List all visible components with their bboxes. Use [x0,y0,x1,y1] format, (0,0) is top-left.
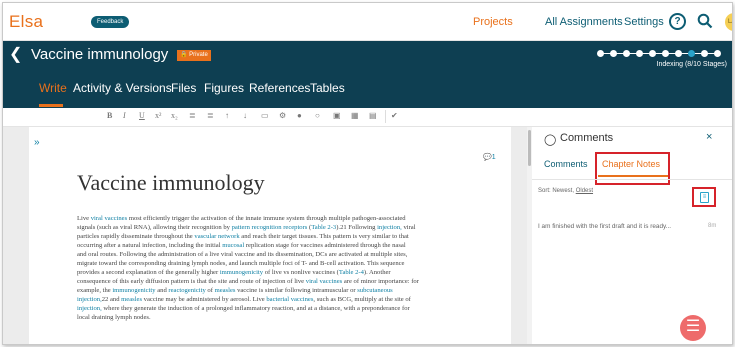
sort-label: Sort: Newest, [538,188,576,194]
comment-button[interactable]: ○ [315,111,320,120]
comments-panel: ◯ Comments × Comments Chapter Notes Sort… [532,127,732,344]
scrollbar-thumb[interactable] [528,130,531,166]
app-logo[interactable]: Elsa [9,12,43,32]
underline-button[interactable]: U [139,111,145,120]
active-tab-indicator [39,104,63,107]
table-button[interactable]: ▦ [351,111,359,120]
document-line: provides a second explanation of the gen… [77,269,391,276]
subscript-button[interactable]: x₂ [171,111,178,120]
image-button[interactable]: ▣ [333,111,341,120]
tab-activity-versions[interactable]: Activity & Versions [73,81,172,95]
document-page[interactable]: » 💬1 Vaccine immunology Live viral vacci… [29,127,511,344]
sort-control[interactable]: Sort: Newest, Oldest [538,188,593,194]
help-icon[interactable]: ? [669,13,686,30]
chapter-note-text[interactable]: I am finished with the first draft and i… [538,223,698,230]
nav-projects[interactable]: Projects [473,16,513,28]
stage-dot [714,50,721,57]
stage-progress [597,47,725,59]
tab-references[interactable]: References [249,81,310,95]
nav-all-assignments[interactable]: All Assignments [545,16,623,28]
document-line: consequence of this early diffusion patt… [77,278,419,285]
stage-dot [610,50,617,57]
nav-settings[interactable]: Settings [624,16,664,28]
numbered-list-button[interactable]: ≣ [207,111,214,120]
stage-dot [597,50,604,57]
insert-box-button[interactable]: ▭ [261,111,269,120]
chapter-note-time: 8m [708,223,717,229]
back-icon[interactable]: ❮ [9,47,22,63]
stage-status: Indexing (8/10 Stages) [656,61,727,68]
top-bar: Elsa Feedback Projects All Assignments S… [3,3,732,41]
document-line: local draining lymph nodes. [77,314,151,321]
speech-bubble-icon: ◯ [544,134,557,146]
bold-button[interactable]: B [107,111,112,120]
menu-fab-button[interactable]: ☰ [680,315,706,341]
add-note-icon[interactable]: ≡ [700,192,709,203]
chapter-notes-highlight [595,152,670,185]
comment-count-badge[interactable]: 💬1 [483,153,496,161]
search-icon[interactable] [697,13,713,29]
tab-comments[interactable]: Comments [544,159,588,169]
sort-oldest-link[interactable]: Oldest [576,188,593,194]
editor-area: » 💬1 Vaccine immunology Live viral vacci… [3,127,527,344]
avatar[interactable]: LAG [725,13,732,31]
document-line: occurring after a natural infection, inc… [77,242,406,249]
superscript-button[interactable]: x² [155,111,161,120]
move-up-button[interactable]: ↑ [225,111,229,120]
document-line: migrate toward the corresponding drainin… [77,260,405,267]
tag-button[interactable]: ● [297,111,302,120]
tab-tables[interactable]: Tables [310,81,345,95]
expand-icon[interactable]: » [34,137,40,148]
document-line: injection,22 and measles vaccine may be … [77,296,411,303]
editor-toolbar: B I U x² x₂ ≣ ≣ ↑ ↓ ▭ ⚙ ● ○ ▣ ▦ ▤ ✔ [3,108,732,127]
move-down-button[interactable]: ↓ [243,111,247,120]
italic-button[interactable]: I [123,111,126,120]
bulleted-list-button[interactable]: ≣ [189,111,196,120]
document-body[interactable]: Live viral vaccines most efficiently tri… [77,214,489,322]
app-window: Elsa Feedback Projects All Assignments S… [2,2,733,345]
tab-files[interactable]: Files [171,81,196,95]
tab-write[interactable]: Write [39,81,67,95]
link-button[interactable]: ⚙ [279,111,286,120]
stage-dot [662,50,669,57]
document-line: injection, where they generate the induc… [77,305,410,312]
stage-dot [649,50,656,57]
document-line: signals (such as viral RNA), allowing th… [77,224,416,231]
stage-dot [623,50,630,57]
project-title: Vaccine immunology [31,46,169,63]
stage-dot [701,50,708,57]
project-header: ❮ Vaccine immunology 🔒 Private Indexing … [3,41,732,108]
private-badge: 🔒 Private [177,50,211,61]
comments-panel-title: Comments [560,132,614,144]
add-note-highlight: ≡ [692,187,716,207]
feedback-button[interactable]: Feedback [91,16,130,28]
panel-divider [532,179,732,180]
toolbar-divider [385,110,386,123]
stage-dot [675,50,682,57]
document-line: particles rapidly disseminate throughout… [77,233,409,240]
document-line: Live viral vaccines most efficiently tri… [77,215,406,222]
special-dropdown-button[interactable]: ▤ [369,111,377,120]
stage-dot [688,50,695,57]
stage-dot [636,50,643,57]
close-icon[interactable]: × [706,131,712,143]
check-button[interactable]: ✔ [391,111,398,120]
document-title[interactable]: Vaccine immunology [77,170,265,196]
tab-figures[interactable]: Figures [204,81,244,95]
document-line: example, the immunogenicity and reactoge… [77,287,393,294]
document-line: and oral routes. Following the administr… [77,251,408,258]
